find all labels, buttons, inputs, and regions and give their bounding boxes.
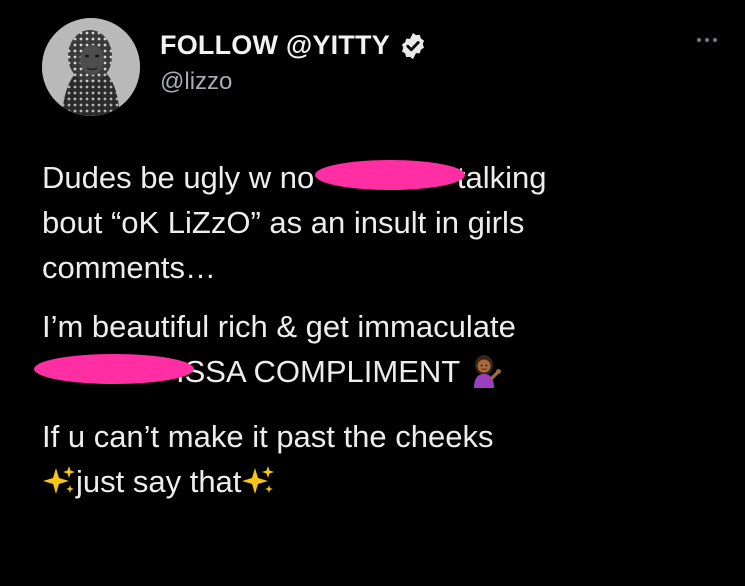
user-handle[interactable]: @lizzo [160, 68, 232, 96]
text-segment: talking [456, 160, 547, 195]
dot [713, 38, 717, 42]
verified-badge-icon [398, 31, 428, 61]
text-line: comments… [42, 250, 216, 285]
display-name[interactable]: FOLLOW @YITTY [160, 30, 390, 61]
redaction-mark [314, 160, 465, 190]
paragraph-2: I’m beautiful rich & get immaculate ISSA… [34, 304, 732, 400]
paragraph-3: If u can’t make it past the cheeks just … [42, 414, 732, 510]
paragraph-1: Dudes be ugly w no talking bout “oK LiZz… [42, 155, 732, 290]
text-line: ISSA COMPLIMENT [34, 349, 732, 400]
text-line: I’m beautiful rich & get immaculate [42, 309, 516, 344]
redaction-mark [34, 354, 194, 384]
text-line: Dudes be ugly w no talking [42, 155, 732, 200]
more-options-icon[interactable] [697, 32, 727, 48]
avatar-image [42, 18, 140, 116]
sparkles-emoji-icon [42, 464, 76, 510]
tweet-text: Dudes be ugly w no talking bout “oK LiZz… [34, 155, 732, 510]
sparkles-emoji-icon [241, 464, 275, 510]
tweet-card: FOLLOW @YITTY @lizzo Dudes be ugly w no … [0, 0, 745, 586]
dot [705, 38, 709, 42]
text-segment: ISSA COMPLIMENT [176, 354, 460, 389]
text-segment: just say that [76, 464, 242, 499]
text-line: If u can’t make it past the cheeks [42, 419, 494, 454]
person-tipping-hand-emoji-icon [468, 354, 502, 400]
dot [697, 38, 701, 42]
text-line: bout “oK LiZzO” as an insult in girls [42, 205, 525, 240]
text-segment: Dudes be ugly w no [42, 160, 315, 195]
text-line: just say that [42, 459, 732, 510]
author-name-row: FOLLOW @YITTY [160, 30, 428, 61]
avatar[interactable] [42, 18, 140, 116]
